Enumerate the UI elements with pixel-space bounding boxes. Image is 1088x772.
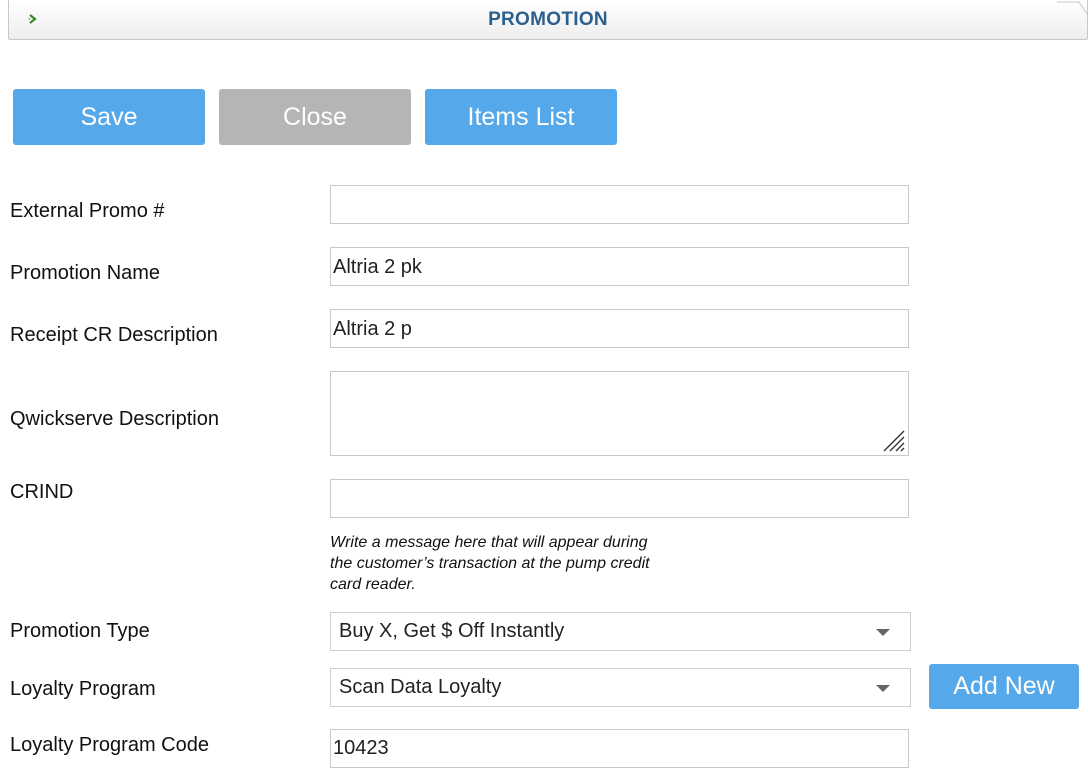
corner-fold-icon bbox=[1057, 0, 1088, 16]
crind-hint-line: Write a message here that will appear du… bbox=[330, 534, 648, 551]
crind-label: CRIND bbox=[10, 481, 74, 503]
loyalty-program-value: Scan Data Loyalty bbox=[339, 676, 502, 698]
promotion-type-value: Buy X, Get $ Off Instantly bbox=[339, 620, 565, 642]
receipt-cr-input[interactable]: Altria 2 p bbox=[330, 309, 909, 348]
qwickserve-textarea[interactable] bbox=[330, 371, 909, 456]
promotion-name-input[interactable]: Altria 2 pk bbox=[330, 247, 909, 286]
loyalty-program-select[interactable]: Scan Data Loyalty bbox=[330, 668, 911, 707]
promotion-type-label: Promotion Type bbox=[10, 620, 150, 642]
page-title: PROMOTION bbox=[488, 9, 608, 30]
crind-hint: Write a message here that will appear du… bbox=[330, 532, 710, 595]
add-new-button[interactable]: Add New bbox=[929, 664, 1079, 709]
external-promo-input[interactable] bbox=[330, 185, 909, 224]
loyalty-program-label: Loyalty Program bbox=[10, 678, 156, 700]
resize-handle-icon[interactable] bbox=[880, 427, 906, 453]
crind-input[interactable] bbox=[330, 479, 909, 518]
items-list-button[interactable]: Items List bbox=[425, 89, 617, 145]
promotion-type-select[interactable]: Buy X, Get $ Off Instantly bbox=[330, 612, 911, 651]
panel-header: PROMOTION bbox=[8, 0, 1088, 40]
save-button[interactable]: Save bbox=[13, 89, 205, 145]
promotion-name-label: Promotion Name bbox=[10, 262, 161, 284]
qwickserve-label: Qwickserve Description bbox=[10, 408, 219, 430]
chevron-down-icon bbox=[876, 685, 890, 692]
close-button[interactable]: Close bbox=[219, 89, 411, 145]
loyalty-program-code-input[interactable]: 10423 bbox=[330, 729, 909, 768]
chevron-down-icon bbox=[876, 629, 890, 636]
crind-hint-line: card reader. bbox=[330, 576, 416, 593]
external-promo-label: External Promo # bbox=[10, 200, 165, 222]
crind-hint-line: the customer’s transaction at the pump c… bbox=[330, 555, 650, 572]
receipt-cr-label: Receipt CR Description bbox=[10, 324, 218, 346]
loyalty-program-code-label: Loyalty Program Code bbox=[10, 734, 209, 756]
